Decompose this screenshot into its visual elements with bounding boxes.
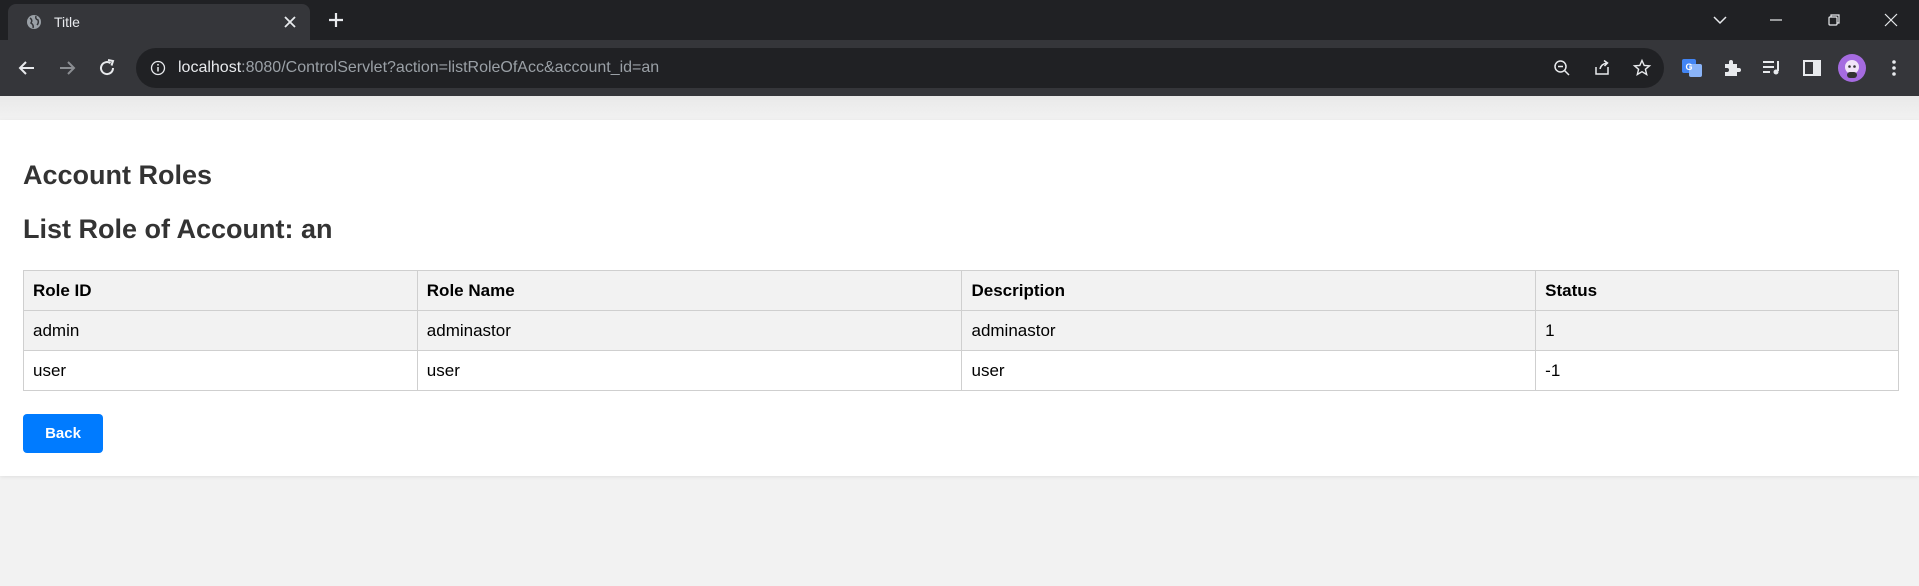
plus-icon[interactable] [326, 10, 346, 30]
column-header-status: Status [1535, 270, 1899, 311]
globe-icon [27, 15, 41, 29]
column-header-description: Description [961, 270, 1537, 311]
page-title: Account Roles [23, 160, 213, 190]
table-header-row: Role ID Role Name Description Status [23, 270, 1899, 311]
table-row: admin adminastor adminastor 1 [23, 310, 1899, 351]
kebab-menu-icon[interactable] [1882, 56, 1906, 80]
cell-description: adminastor [961, 310, 1537, 351]
url-text[interactable]: localhost:8080/ControlServlet?action=lis… [178, 59, 659, 77]
chevron-down-icon[interactable] [1708, 8, 1732, 32]
back-button[interactable]: Back [23, 414, 103, 453]
cell-description: user [961, 350, 1537, 391]
side-panel-icon[interactable] [1800, 56, 1824, 80]
column-header-role-name: Role Name [416, 270, 963, 311]
reload-icon[interactable] [95, 56, 119, 80]
cell-role-name: adminastor [416, 310, 963, 351]
address-bar[interactable]: localhost:8080/ControlServlet?action=lis… [136, 48, 1664, 88]
info-icon[interactable] [150, 60, 166, 76]
arrow-right-icon[interactable] [55, 56, 79, 80]
window-close-icon[interactable] [1879, 8, 1903, 32]
zoom-out-icon[interactable] [1552, 58, 1572, 78]
puzzle-icon[interactable] [1720, 56, 1744, 80]
cell-status: -1 [1535, 350, 1899, 391]
share-icon[interactable] [1592, 58, 1612, 78]
cell-role-id: user [23, 350, 418, 391]
avatar[interactable] [1838, 54, 1866, 82]
tab-strip: Title [0, 0, 1919, 40]
roles-table: Role ID Role Name Description Status adm… [23, 270, 1899, 391]
translate-icon[interactable]: G [1680, 56, 1704, 80]
media-queue-icon[interactable] [1760, 56, 1784, 80]
profile-face-icon [1845, 60, 1859, 78]
cell-status: 1 [1535, 310, 1899, 351]
url-path: :8080/ControlServlet?action=listRoleOfAc… [241, 59, 660, 76]
cell-role-id: admin [23, 310, 418, 351]
close-icon[interactable] [282, 14, 298, 30]
page-subtitle: List Role of Account: an [23, 214, 333, 244]
page-top-band [0, 96, 1919, 120]
url-host: localhost [178, 59, 242, 76]
cell-role-name: user [416, 350, 963, 391]
svg-text:G: G [1685, 62, 1692, 72]
browser-toolbar: localhost:8080/ControlServlet?action=lis… [0, 40, 1919, 96]
browser-tab[interactable]: Title [8, 4, 310, 40]
arrow-left-icon[interactable] [15, 56, 39, 80]
table-row: user user user -1 [23, 350, 1899, 391]
star-icon[interactable] [1632, 58, 1652, 78]
content-card: Account Roles List Role of Account: an R… [0, 120, 1919, 476]
tab-title: Title [54, 14, 80, 30]
column-header-role-id: Role ID [23, 270, 418, 311]
minimize-icon[interactable] [1764, 8, 1788, 32]
restore-icon[interactable] [1822, 8, 1846, 32]
